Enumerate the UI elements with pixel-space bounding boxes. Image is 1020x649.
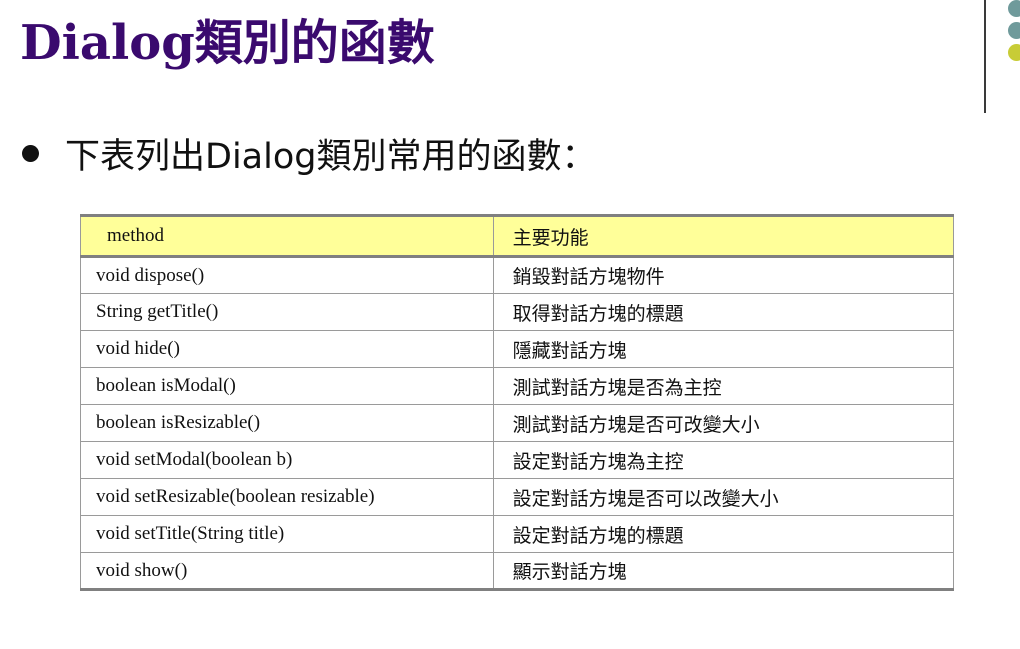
decorative-dot-1 [1008,0,1020,17]
table-row: void setModal(boolean b) 設定對話方塊為主控 [80,441,955,479]
header-function: 主要功能 [492,215,955,257]
table-row: boolean isResizable() 測試對話方塊是否可改變大小 [80,404,955,442]
method-cell: void show() [80,552,494,590]
method-cell: String getTitle() [80,293,494,331]
bullet-dot-icon [22,144,39,162]
table-row: boolean isModal() 測試對話方塊是否為主控 [80,367,955,405]
function-cell: 測試對話方塊是否可改變大小 [492,404,955,442]
function-cell: 設定對話方塊是否可以改變大小 [492,478,955,516]
method-cell: boolean isModal() [80,367,494,405]
table-row: void dispose() 銷毀對話方塊物件 [80,255,955,294]
function-cell: 隱藏對話方塊 [492,330,955,368]
function-cell: 設定對話方塊為主控 [492,441,955,479]
decorative-dot-3 [1008,44,1020,61]
table-body: void dispose() 銷毀對話方塊物件 String getTitle() 取… [80,255,955,590]
table-header-row: method 主要功能 [80,215,955,257]
header-method: method [80,215,494,257]
method-cell: void setModal(boolean b) [80,441,494,479]
function-cell: 顯示對話方塊 [492,552,955,590]
method-table: method 主要功能 void dispose() 銷毀對話方塊物件 String… [80,214,955,591]
method-cell: void setTitle(String title) [80,515,494,553]
table-row: void setResizable(boolean resizable) 設定對話… [80,478,955,516]
table-row: void hide() 隱藏對話方塊 [80,330,955,368]
decorative-dot-2 [1008,22,1020,39]
function-cell: 銷毀對話方塊物件 [492,255,955,294]
method-cell: void setResizable(boolean resizable) [80,478,494,516]
table-row: void setTitle(String title) 設定對話方塊的標題 [80,515,955,553]
method-cell: void dispose() [80,255,494,294]
bullet-item: 下表列出Dialog類別常用的函數： [22,128,596,178]
method-cell: void hide() [80,330,494,368]
function-cell: 測試對話方塊是否為主控 [492,367,955,405]
function-cell: 取得對話方塊的標題 [492,293,955,331]
slide-title: Dialog類別的函數 [20,15,435,71]
method-cell: boolean isResizable() [80,404,494,442]
title-divider-line [984,0,986,113]
bullet-text: 下表列出Dialog類別常用的函數： [65,136,597,177]
decorative-dots [1008,0,1020,70]
function-cell: 設定對話方塊的標題 [492,515,955,553]
table-row: void show() 顯示對話方塊 [80,552,955,590]
table-row: String getTitle() 取得對話方塊的標題 [80,293,955,331]
